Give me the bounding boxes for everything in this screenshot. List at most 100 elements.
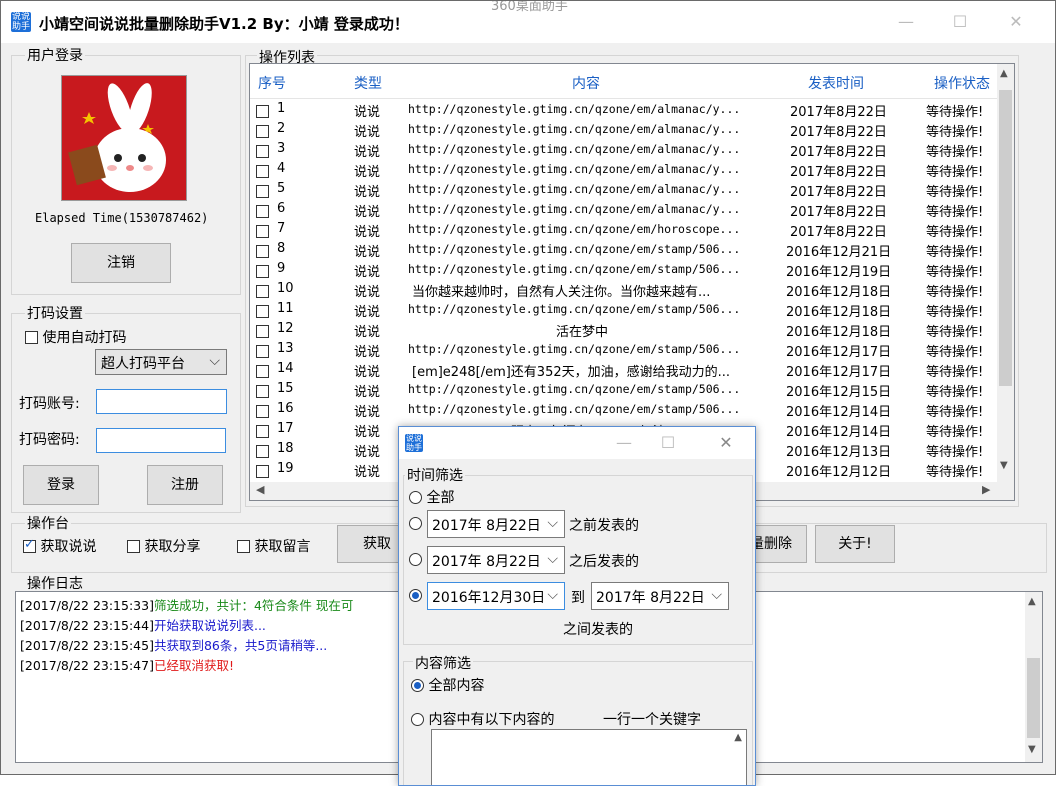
captcha-platform-select[interactable]: 超人打码平台 ⌵ (95, 349, 227, 375)
row-checkbox-box[interactable] (256, 445, 269, 458)
captcha-register-button[interactable]: 注册 (147, 465, 223, 505)
opt-keyword-row[interactable]: 内容中有以下内容的 (411, 709, 554, 729)
captcha-password-input[interactable] (96, 428, 226, 453)
table-row[interactable]: 1 说说 http://qzonestyle.gtimg.cn/qzone/em/a… (250, 99, 1014, 120)
date-after-picker[interactable]: 2017年 8月22日 ⌵ (427, 546, 565, 574)
title-bar[interactable]: 说说 助手 小靖空间说说批量删除助手V1.2 By：小靖 登录成功！ 360桌面助… (1, 1, 1055, 43)
table-row[interactable]: 14 说说 [em]e248[/em]还有352天，加油，感谢给我动力的... 201… (250, 359, 1014, 380)
range-end-value: 2017年 8月22日 (596, 590, 705, 606)
header-status[interactable]: 操作状态 (934, 73, 990, 93)
captcha-login-button[interactable]: 登录 (23, 465, 99, 505)
log-scroll-up-icon[interactable]: ▲ (1028, 596, 1036, 607)
range-end-picker[interactable]: 2017年 8月22日 ⌵ (591, 582, 729, 610)
log-time: [2017/8/22 23:15:45] (20, 638, 154, 653)
dialog-close-button[interactable]: ✕ (711, 430, 741, 456)
log-scroll-down-icon[interactable]: ▼ (1028, 744, 1036, 755)
date-before-picker[interactable]: 2017年 8月22日 ⌵ (427, 510, 565, 538)
minimize-button[interactable]: — (891, 9, 921, 35)
captcha-account-input[interactable] (96, 389, 227, 414)
get-message-checkbox-row[interactable]: 获取留言 (237, 536, 310, 556)
row-checkbox-box[interactable] (256, 345, 269, 358)
table-row[interactable]: 11 说说 http://qzonestyle.gtimg.cn/qzone/em/… (250, 299, 1014, 320)
opt-all-row[interactable]: 全部 (409, 487, 454, 507)
header-date[interactable]: 发表时间 (808, 73, 864, 93)
header-no[interactable]: 序号 (258, 73, 286, 93)
opt-all-content-row[interactable]: 全部内容 (411, 675, 484, 695)
range-start-picker[interactable]: 2016年12月30日 ⌵ (427, 582, 565, 610)
scroll-left-icon[interactable]: ◀ (256, 483, 264, 496)
list-vscrollbar[interactable]: ▲ ▼ (997, 64, 1014, 500)
row-checkbox-box[interactable] (256, 105, 269, 118)
opt-after-radio[interactable] (409, 553, 422, 566)
opt-all-content-radio[interactable] (411, 679, 424, 692)
row-date: 2016年12月19日 (786, 265, 892, 280)
scroll-down-icon[interactable]: ▼ (1000, 460, 1008, 471)
dialog-minimize-button[interactable]: — (609, 430, 639, 456)
dialog-maximize-button[interactable]: ☐ (653, 430, 683, 456)
logout-button[interactable]: 注销 (71, 243, 171, 283)
row-checkbox-box[interactable] (256, 325, 269, 338)
get-share-checkbox[interactable] (127, 540, 140, 553)
close-button[interactable]: ✕ (1001, 9, 1031, 35)
table-row[interactable]: 12 说说 活在梦中 2016年12月18日 等待操作! (250, 319, 1014, 340)
auto-captcha-checkbox-row[interactable]: 使用自动打码 (25, 327, 126, 347)
scroll-up-icon[interactable]: ▲ (1000, 68, 1008, 79)
get-share-checkbox-row[interactable]: 获取分享 (127, 536, 200, 556)
opt-after-row[interactable] (409, 553, 422, 568)
row-checkbox-box[interactable] (256, 245, 269, 258)
table-row[interactable]: 2 说说 http://qzonestyle.gtimg.cn/qzone/em/a… (250, 119, 1014, 140)
opt-all-radio[interactable] (409, 491, 422, 504)
row-no: 4 (277, 161, 286, 176)
row-checkbox-box[interactable] (256, 465, 269, 478)
row-checkbox-box[interactable] (256, 365, 269, 378)
row-checkbox-box[interactable] (256, 265, 269, 278)
header-content[interactable]: 内容 (572, 73, 600, 93)
table-row[interactable]: 7 说说 http://qzonestyle.gtimg.cn/qzone/em/h… (250, 219, 1014, 240)
log-vscrollbar[interactable]: ▲ ▼ (1025, 592, 1042, 762)
keyword-textarea[interactable]: ▲ (431, 729, 747, 785)
get-message-checkbox[interactable] (237, 540, 250, 553)
opt-before-row[interactable] (409, 517, 422, 532)
log-message: 开始获取说说列表... (153, 618, 266, 633)
opt-all-label: 全部 (426, 490, 455, 506)
log-scroll-thumb[interactable] (1027, 658, 1040, 738)
table-row[interactable]: 16 说说 http://qzonestyle.gtimg.cn/qzone/em/… (250, 399, 1014, 420)
table-row[interactable]: 9 说说 http://qzonestyle.gtimg.cn/qzone/em/s… (250, 259, 1014, 280)
row-checkbox-box[interactable] (256, 405, 269, 418)
maximize-icon: ☐ (952, 12, 968, 31)
textarea-scroll-up-icon[interactable]: ▲ (734, 732, 742, 743)
table-row[interactable]: 15 说说 http://qzonestyle.gtimg.cn/qzone/em/… (250, 379, 1014, 400)
list-scroll-thumb[interactable] (999, 90, 1012, 386)
row-checkbox-box[interactable] (256, 285, 269, 298)
opt-before-radio[interactable] (409, 517, 422, 530)
row-checkbox-box[interactable] (256, 125, 269, 138)
maximize-button[interactable]: ☐ (945, 9, 975, 35)
row-checkbox-box[interactable] (256, 305, 269, 318)
row-checkbox-box[interactable] (256, 205, 269, 218)
table-row[interactable]: 4 说说 http://qzonestyle.gtimg.cn/qzone/em/a… (250, 159, 1014, 180)
table-row[interactable]: 10 说说 当你越来越帅时，自然有人关注你。当你越来越有... 2016年12月18日… (250, 279, 1014, 300)
row-checkbox-box[interactable] (256, 425, 269, 438)
table-row[interactable]: 3 说说 http://qzonestyle.gtimg.cn/qzone/em/a… (250, 139, 1014, 160)
scroll-right-icon[interactable]: ▶ (982, 483, 990, 496)
get-shuoshuo-checkbox-row[interactable]: 获取说说 (23, 536, 96, 556)
filter-dialog-title-bar[interactable]: 说说 助手 — ☐ ✕ (399, 427, 755, 459)
row-checkbox-box[interactable] (256, 165, 269, 178)
row-type: 说说 (354, 245, 381, 260)
get-shuoshuo-checkbox[interactable] (23, 537, 36, 553)
table-row[interactable]: 8 说说 http://qzonestyle.gtimg.cn/qzone/em/s… (250, 239, 1014, 260)
opt-range-row[interactable] (409, 589, 422, 604)
auto-captcha-checkbox[interactable] (25, 331, 38, 344)
row-checkbox-box[interactable] (256, 185, 269, 198)
opt-keyword-radio[interactable] (411, 713, 424, 726)
row-checkbox-box[interactable] (256, 385, 269, 398)
table-row[interactable]: 5 说说 http://qzonestyle.gtimg.cn/qzone/em/a… (250, 179, 1014, 200)
opt-range-radio[interactable] (409, 589, 422, 602)
background-tab-text: 360桌面助手 (491, 0, 568, 14)
header-type[interactable]: 类型 (354, 73, 382, 93)
table-row[interactable]: 6 说说 http://qzonestyle.gtimg.cn/qzone/em/a… (250, 199, 1014, 220)
row-checkbox-box[interactable] (256, 225, 269, 238)
about-button[interactable]: 关于! (815, 525, 895, 563)
table-row[interactable]: 13 说说 http://qzonestyle.gtimg.cn/qzone/em/… (250, 339, 1014, 360)
row-checkbox-box[interactable] (256, 145, 269, 158)
